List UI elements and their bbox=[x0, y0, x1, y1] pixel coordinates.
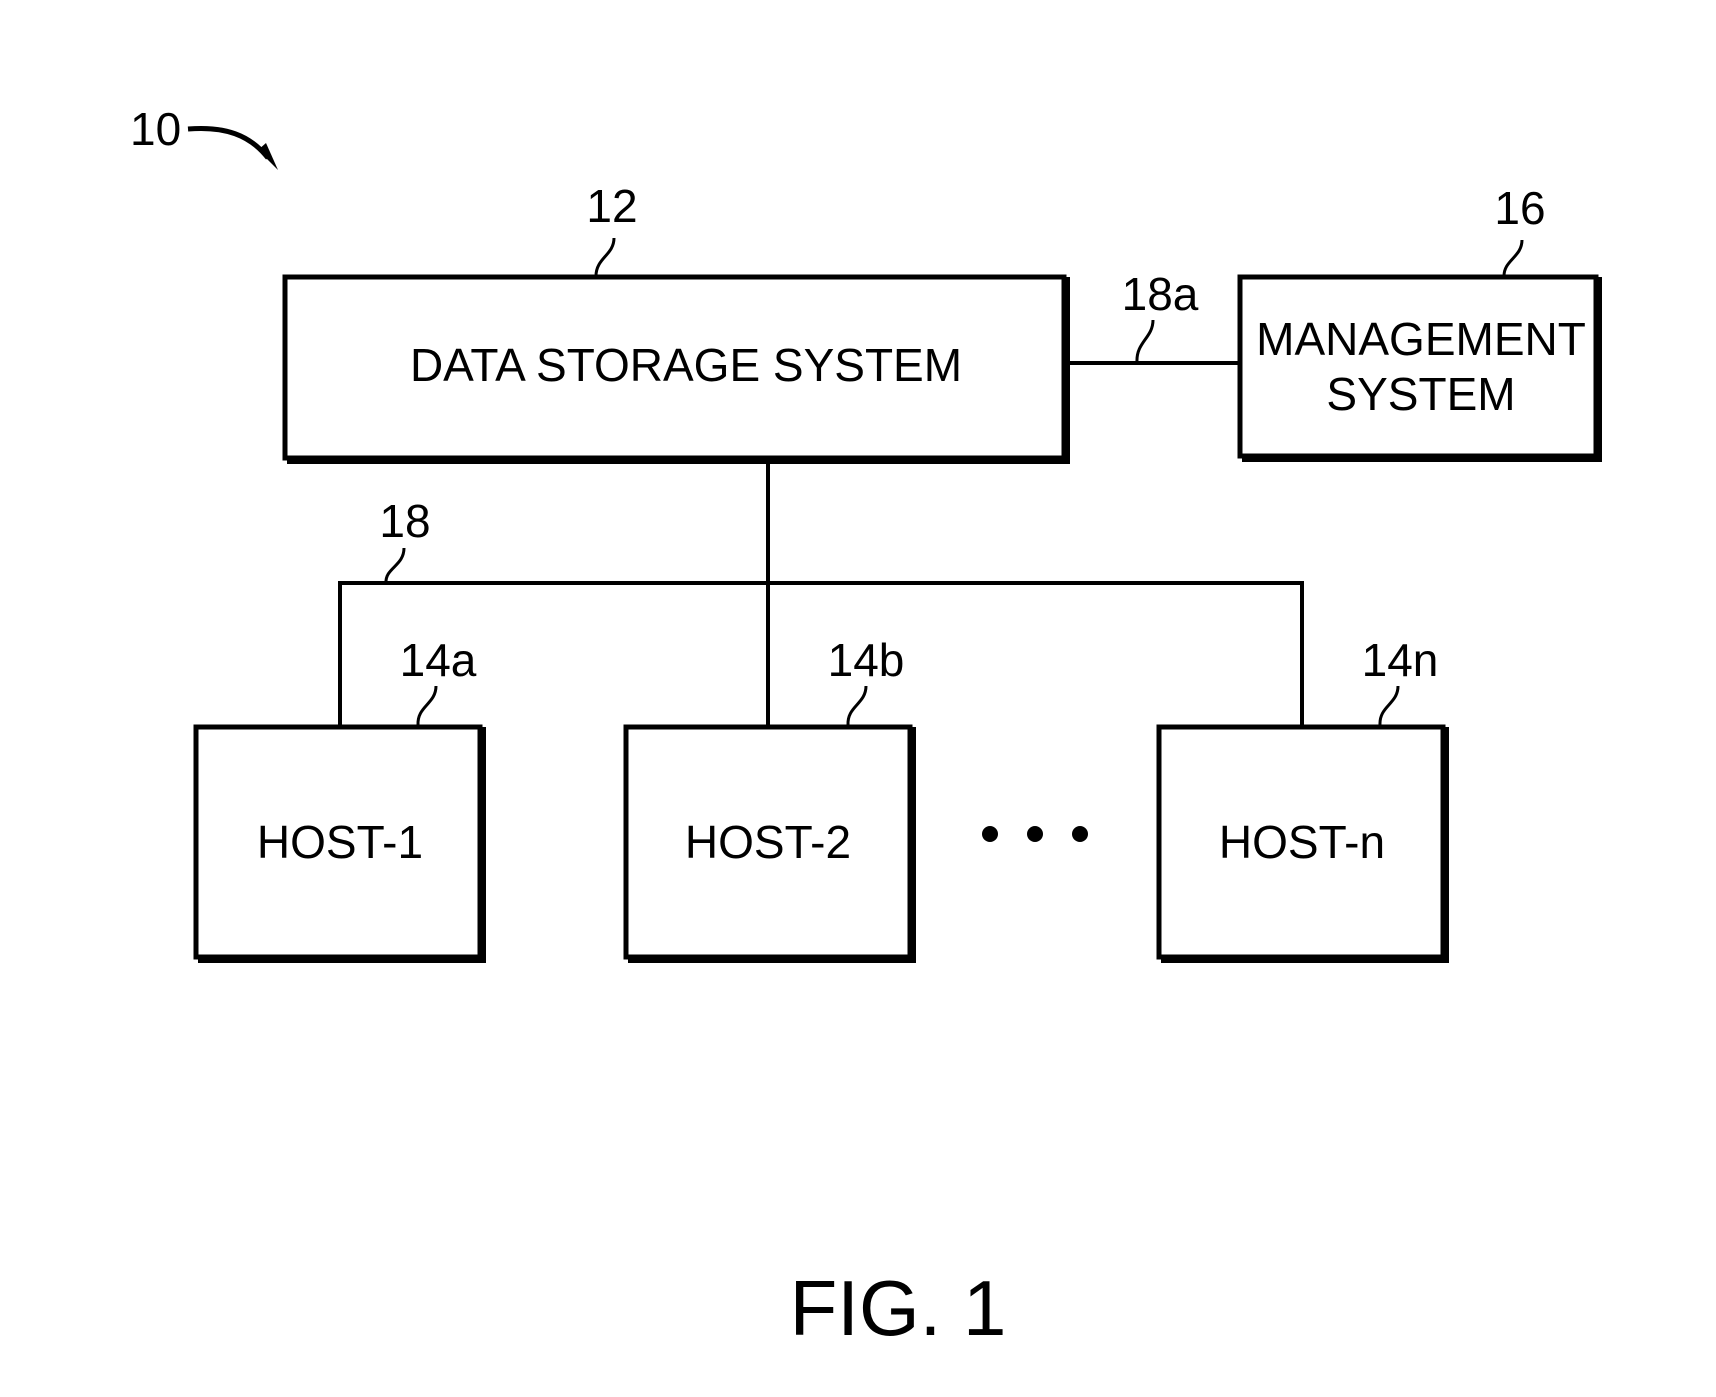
diagram-canvas: 10 DATA STORAGE SYSTEM 12 MANAGEMENT SYS… bbox=[130, 103, 1602, 1352]
host-leader bbox=[416, 685, 438, 726]
host-bus-ref: 18 bbox=[379, 495, 430, 547]
host-bus-line bbox=[338, 581, 1304, 725]
host-leader bbox=[1378, 685, 1400, 726]
host-leader bbox=[846, 685, 868, 726]
system-ref-arrow-line bbox=[187, 125, 270, 160]
host-ref: 14b bbox=[828, 634, 905, 686]
host-ref: 14a bbox=[400, 634, 477, 686]
data-storage-system-ref: 12 bbox=[586, 180, 637, 232]
management-system-label-line2: SYSTEM bbox=[1326, 368, 1515, 420]
system-ref-label: 10 bbox=[130, 103, 181, 155]
figure-caption: FIG. 1 bbox=[790, 1264, 1007, 1352]
host-label: HOST-2 bbox=[685, 816, 851, 868]
host-ref: 14n bbox=[1362, 634, 1439, 686]
management-system-label-line1: MANAGEMENT bbox=[1256, 313, 1586, 365]
management-link-ref: 18a bbox=[1122, 268, 1199, 320]
management-link-leader bbox=[1135, 319, 1155, 363]
host-label: HOST-n bbox=[1219, 816, 1385, 868]
management-system-ref: 16 bbox=[1494, 182, 1545, 234]
data-storage-system-label: DATA STORAGE SYSTEM bbox=[410, 339, 962, 391]
ellipsis-icon bbox=[982, 826, 1088, 842]
host-bus-leader bbox=[384, 547, 406, 584]
data-storage-system-leader bbox=[594, 237, 616, 277]
management-system-leader bbox=[1502, 239, 1524, 277]
host-label: HOST-1 bbox=[257, 816, 423, 868]
